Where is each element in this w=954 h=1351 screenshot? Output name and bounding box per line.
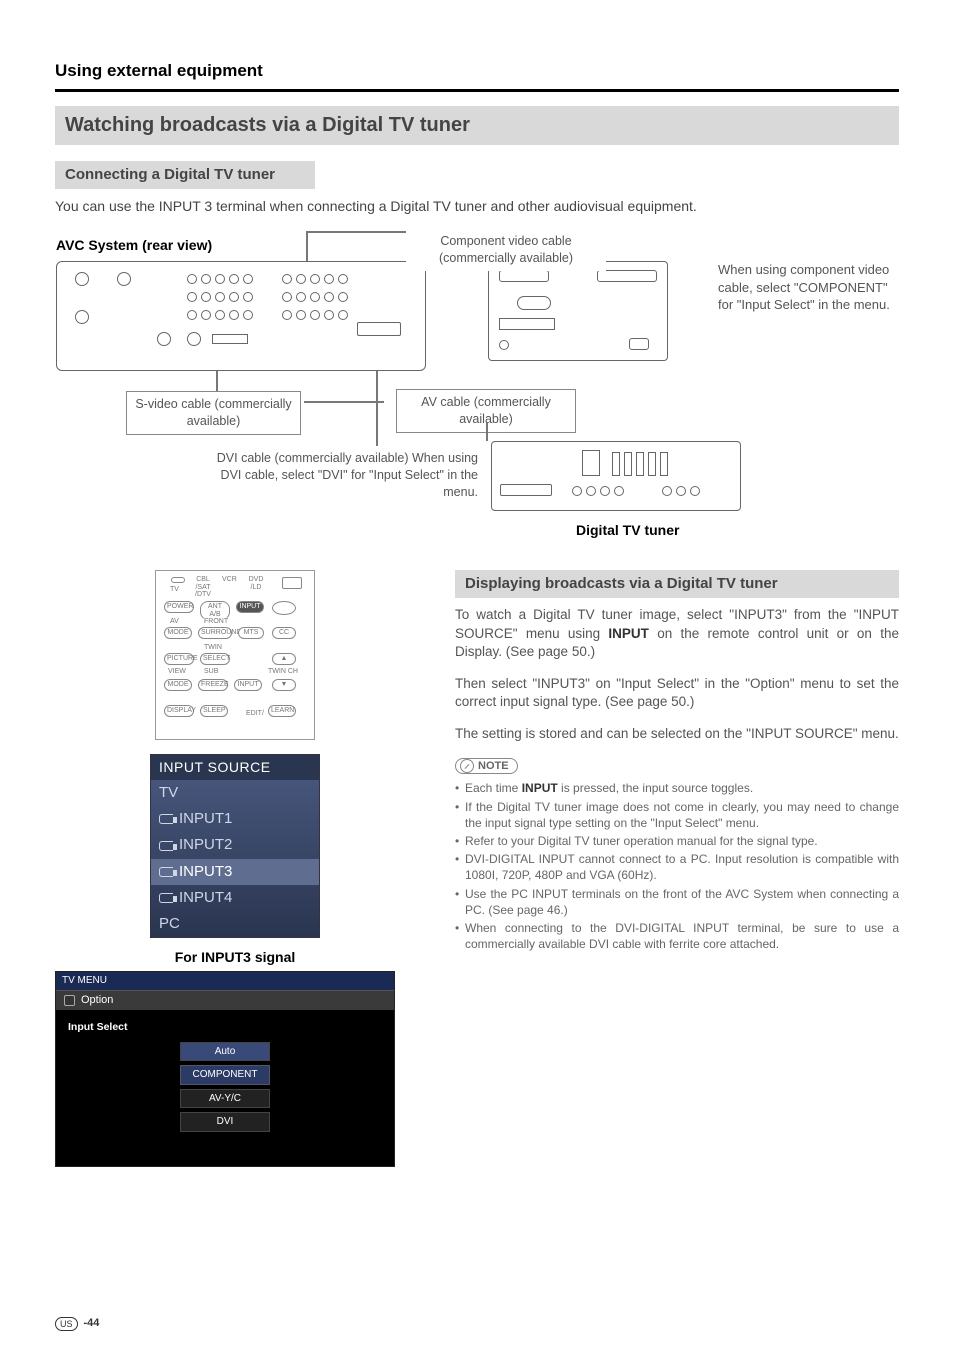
para-select-input3: To watch a Digital TV tuner image, selec… bbox=[455, 606, 899, 661]
subsection-displaying: Displaying broadcasts via a Digital TV t… bbox=[455, 570, 899, 598]
remote-btn-cc: CC bbox=[272, 627, 296, 639]
remote-label-tv: TV bbox=[168, 585, 181, 595]
remote-label-front: FRONT bbox=[202, 617, 230, 627]
osd-row-label: TV bbox=[159, 783, 178, 803]
component-cable-caption: Component video cable (commercially avai… bbox=[406, 229, 606, 271]
osd-row-label: PC bbox=[159, 914, 180, 934]
osd-row-label: INPUT2 bbox=[179, 835, 232, 855]
remote-btn-sleep: SLEEP bbox=[200, 705, 228, 717]
caption-input3: For INPUT3 signal bbox=[55, 948, 415, 967]
avc-system-rear bbox=[56, 261, 426, 371]
remote-btn-mode: MODE bbox=[164, 627, 192, 639]
osd-row-label: INPUT1 bbox=[179, 809, 232, 829]
tvmenu-title: TV MENU bbox=[56, 972, 394, 990]
remote-label-av: AV bbox=[168, 617, 181, 627]
remote-label-view: VIEW bbox=[166, 667, 188, 677]
note-item: DVI-DIGITAL INPUT cannot connect to a PC… bbox=[455, 851, 899, 883]
tvmenu-option-auto: Auto bbox=[180, 1042, 270, 1062]
osd-row-input2: INPUT2 bbox=[151, 832, 319, 858]
osd-row-input4: INPUT4 bbox=[151, 885, 319, 911]
svideo-cable-caption: S-video cable (commercially available) bbox=[126, 391, 301, 435]
tvmenu-tab-label: Option bbox=[81, 993, 113, 1008]
tvmenu-option-dvi: DVI bbox=[180, 1112, 270, 1132]
avc-label: AVC System (rear view) bbox=[56, 236, 212, 255]
note-icon bbox=[460, 759, 474, 773]
plug-icon bbox=[159, 893, 173, 903]
note-label: NOTE bbox=[478, 759, 509, 774]
tvmenu-option-component: COMPONENT bbox=[180, 1065, 270, 1085]
remote-btn-surround: SURROUND bbox=[198, 627, 232, 639]
osd-row-label: INPUT3 bbox=[179, 862, 232, 882]
para-setting-stored: The setting is stored and can be selecte… bbox=[455, 725, 899, 743]
note-item: When connecting to the DVI-DIGITAL INPUT… bbox=[455, 920, 899, 952]
breadcrumb: Using external equipment bbox=[55, 60, 899, 83]
remote-btn-select: SELECT bbox=[200, 653, 230, 665]
note-badge: NOTE bbox=[455, 758, 518, 775]
tvmenu-tab-option: Option bbox=[56, 990, 394, 1010]
note-item: Each time INPUT is pressed, the input so… bbox=[455, 780, 899, 796]
connection-diagram: AVC System (rear view) Component video c… bbox=[55, 230, 899, 560]
intro-text: You can use the INPUT 3 terminal when co… bbox=[55, 197, 899, 216]
notes-list: Each time INPUT is pressed, the input so… bbox=[455, 780, 899, 952]
osd-row-tv: TV bbox=[151, 780, 319, 806]
subsection-connecting: Connecting a Digital TV tuner bbox=[55, 161, 315, 189]
remote-control-diagram: TV CBL /SAT /DTV VCR DVD /LD POWER ANT A… bbox=[155, 570, 315, 740]
osd-row-label: INPUT4 bbox=[179, 888, 232, 908]
note-item: Use the PC INPUT terminals on the front … bbox=[455, 886, 899, 918]
remote-btn-input: INPUT bbox=[236, 601, 264, 613]
plug-icon bbox=[159, 814, 173, 824]
remote-label-edit: EDIT/ bbox=[244, 709, 266, 719]
page-footer: US -44 bbox=[55, 1316, 99, 1331]
remote-label-twinch: TWIN CH bbox=[266, 667, 300, 677]
remote-label-vcr: VCR bbox=[220, 575, 239, 585]
osd-row-input1: INPUT1 bbox=[151, 806, 319, 832]
region-badge: US bbox=[55, 1317, 78, 1331]
osd-row-input3: INPUT3 bbox=[151, 859, 319, 885]
divider bbox=[55, 89, 899, 92]
remote-btn-freeze: FREEZE bbox=[198, 679, 228, 691]
osd-row-pc: PC bbox=[151, 911, 319, 937]
component-setting-note: When using component video cable, select… bbox=[718, 261, 898, 314]
remote-btn-display: DISPLAY bbox=[164, 705, 194, 717]
remote-label-sub: SUB bbox=[202, 667, 220, 677]
remote-btn-mts: MTS bbox=[238, 627, 264, 639]
osd-header: INPUT SOURCE bbox=[151, 755, 319, 780]
plug-icon bbox=[159, 867, 173, 877]
remote-label-dvd: DVD /LD bbox=[246, 575, 266, 592]
tvmenu-label-input-select: Input Select bbox=[68, 1020, 382, 1034]
remote-btn-learn: LEARN bbox=[268, 705, 296, 717]
plug-icon bbox=[159, 841, 173, 851]
dvi-cable-caption: DVI cable (commercially available) When … bbox=[206, 446, 486, 505]
remote-label-twin: TWIN bbox=[202, 643, 224, 653]
remote-btn-power: POWER bbox=[164, 601, 194, 613]
tv-menu-osd: TV MENU Option Input Select Auto COMPONEN… bbox=[55, 971, 395, 1167]
remote-btn-input2: INPUT bbox=[234, 679, 262, 691]
note-item: Refer to your Digital TV tuner operation… bbox=[455, 833, 899, 849]
gear-icon bbox=[64, 995, 75, 1006]
note-item: If the Digital TV tuner image does not c… bbox=[455, 799, 899, 831]
digital-tv-tuner-rear bbox=[491, 441, 741, 511]
page-title-bar: Watching broadcasts via a Digital TV tun… bbox=[55, 106, 899, 145]
tvmenu-option-av-y-c: AV-Y/C bbox=[180, 1089, 270, 1109]
digital-tv-tuner-label: Digital TV tuner bbox=[576, 521, 679, 540]
page-number: -44 bbox=[84, 1316, 100, 1331]
display-rear-panel bbox=[488, 261, 668, 361]
remote-btn-mode2: MODE bbox=[164, 679, 192, 691]
remote-label-cbl: CBL /SAT /DTV bbox=[192, 575, 214, 600]
remote-btn-picture: PICTURE bbox=[164, 653, 194, 665]
para-option-menu: Then select "INPUT3" on "Input Select" i… bbox=[455, 675, 899, 711]
input-source-osd: INPUT SOURCE TVINPUT1 INPUT2 INPUT3 INPUT4 P… bbox=[150, 754, 320, 938]
